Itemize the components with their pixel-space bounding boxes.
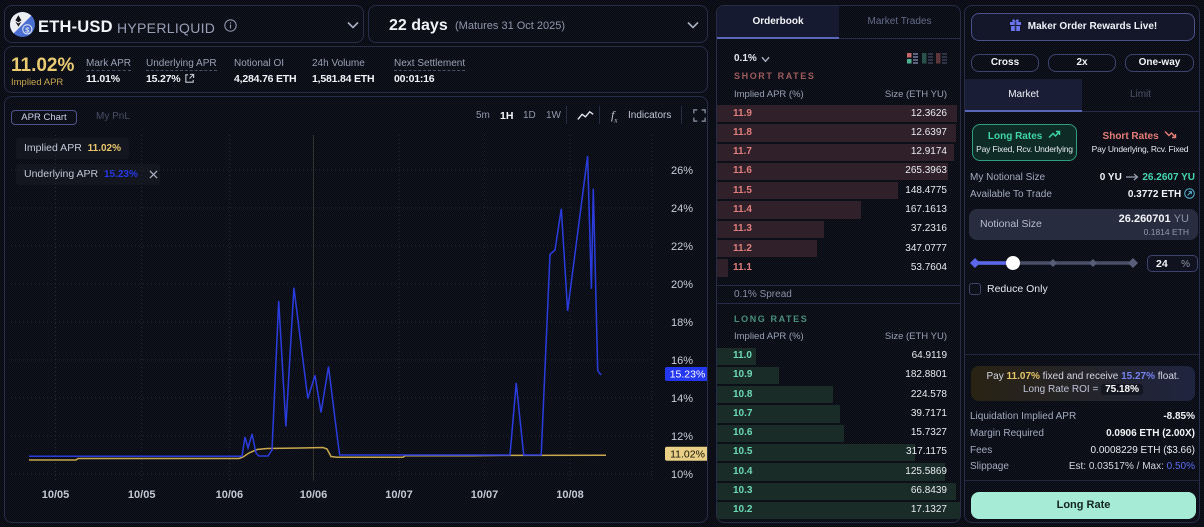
svg-text:10/07: 10/07: [471, 489, 499, 501]
svg-text:10/05: 10/05: [128, 489, 156, 501]
svg-text:26%: 26%: [671, 165, 693, 177]
svg-text:14%: 14%: [671, 393, 693, 405]
svg-text:12%: 12%: [671, 431, 693, 443]
svg-text:18%: 18%: [671, 317, 693, 329]
svg-text:10%: 10%: [671, 469, 693, 481]
svg-text:10/06: 10/06: [216, 489, 244, 501]
svg-text:20%: 20%: [671, 279, 693, 291]
svg-text:10/06: 10/06: [300, 489, 328, 501]
svg-text:22%: 22%: [671, 241, 693, 253]
svg-text:11.02%: 11.02%: [670, 448, 705, 460]
svg-text:10/05: 10/05: [42, 489, 70, 501]
svg-text:15.23%: 15.23%: [670, 369, 706, 381]
svg-text:10/08: 10/08: [556, 489, 584, 501]
svg-text:16%: 16%: [671, 355, 693, 367]
svg-text:10/07: 10/07: [385, 489, 413, 501]
svg-text:24%: 24%: [671, 203, 693, 215]
